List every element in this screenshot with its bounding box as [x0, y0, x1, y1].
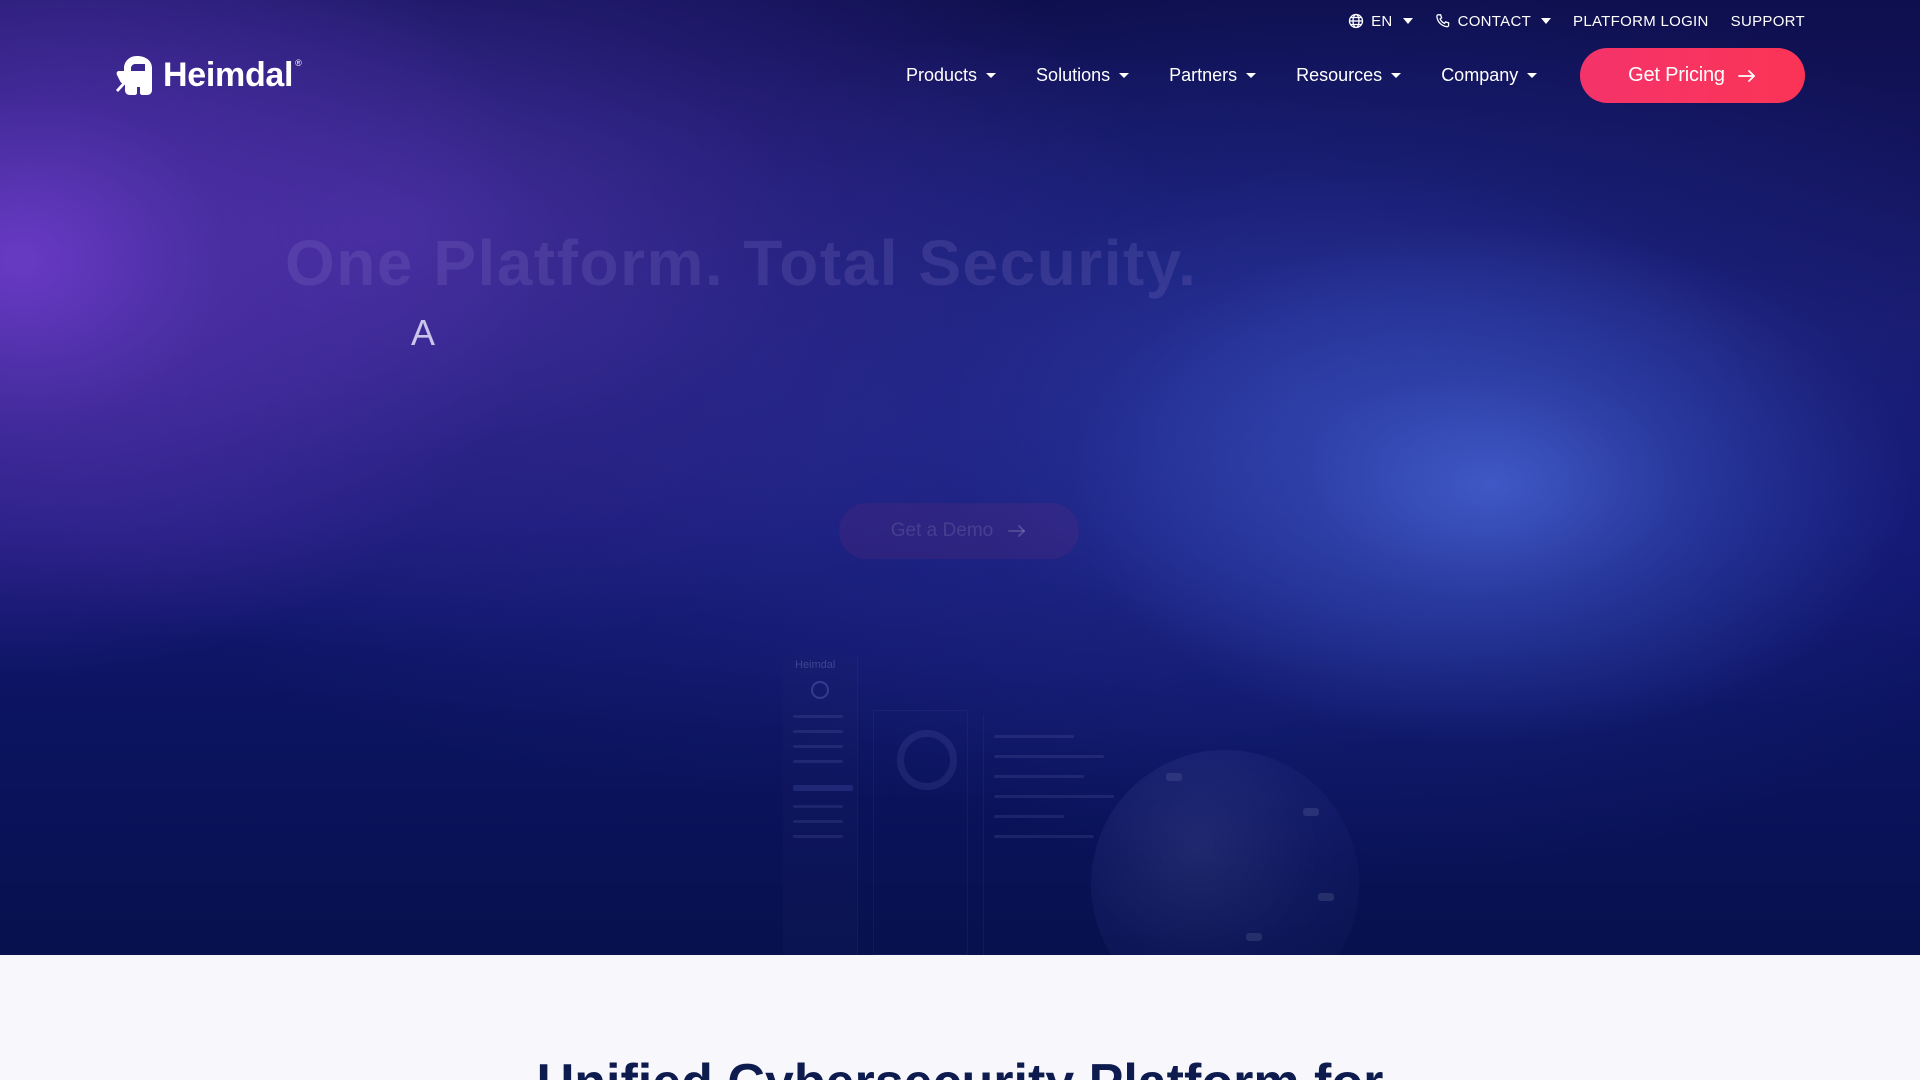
chevron-down-icon [1119, 72, 1130, 78]
chevron-down-icon [1541, 18, 1552, 24]
hero-typing-text: A [411, 312, 436, 353]
table-line [994, 795, 1114, 798]
avatar [811, 681, 829, 699]
nav-item-solutions[interactable]: Solutions [1036, 64, 1130, 86]
table-line [994, 835, 1094, 838]
chevron-down-icon [986, 72, 997, 78]
map-marker [1246, 933, 1262, 941]
map-marker [1318, 893, 1334, 901]
main-nav: Products Solutions Partners Resources Co… [906, 62, 1538, 88]
table-line [994, 815, 1064, 818]
language-label: EN [1371, 12, 1393, 30]
sidebar-line [793, 730, 843, 733]
support-link[interactable]: SUPPORT [1731, 13, 1805, 30]
dashboard-brand: Heimdal [795, 659, 836, 671]
table-line [994, 735, 1074, 738]
platform-login-link[interactable]: PLATFORM LOGIN [1573, 13, 1709, 30]
section-title: Unified Cybersecurity Platform for [0, 1053, 1920, 1080]
contact-menu[interactable]: CONTACT [1435, 12, 1552, 30]
sidebar-line [793, 820, 843, 823]
nav-item-label: Solutions [1036, 64, 1111, 85]
hero-section: EN CONTACT PLATFORM LOGIN SUPPORT Heimda… [0, 0, 1920, 955]
table-line [994, 755, 1104, 758]
nav-item-label: Company [1441, 64, 1519, 85]
map-marker [1166, 773, 1182, 781]
nav-item-partners[interactable]: Partners [1169, 64, 1257, 86]
chevron-down-icon [1391, 72, 1402, 78]
nav-item-products[interactable]: Products [906, 64, 997, 86]
sidebar-line [793, 760, 843, 763]
phone-icon [1435, 13, 1451, 29]
language-selector[interactable]: EN [1348, 12, 1413, 30]
donut-chart-icon [897, 730, 957, 790]
logo-text: Heimdal [163, 55, 294, 94]
arrow-right-icon [1737, 69, 1757, 83]
arrow-right-icon [1007, 524, 1027, 538]
utility-bar: EN CONTACT PLATFORM LOGIN SUPPORT [1348, 10, 1805, 32]
platform-login-label: PLATFORM LOGIN [1573, 12, 1709, 30]
sidebar-line [793, 715, 843, 718]
get-pricing-label: Get Pricing [1628, 64, 1725, 86]
nav-item-label: Resources [1296, 64, 1383, 85]
nav-item-company[interactable]: Company [1441, 64, 1538, 86]
globe-icon [1348, 13, 1364, 29]
contact-label: CONTACT [1457, 12, 1532, 30]
nav-item-label: Products [906, 64, 978, 85]
get-demo-button[interactable]: Get a Demo [839, 503, 1079, 559]
heimdal-logo[interactable]: Heimdal ® [115, 54, 302, 96]
get-pricing-button[interactable]: Get Pricing [1580, 48, 1805, 103]
hero-title: One Platform. Total Security. [285, 227, 1198, 299]
chevron-down-icon [1246, 72, 1257, 78]
sidebar-active-line [793, 785, 853, 791]
platform-section: Unified Cybersecurity Platform for [0, 955, 1920, 1080]
sidebar-line [793, 745, 843, 748]
dashboard-sidebar: Heimdal [783, 655, 858, 955]
chevron-down-icon [1402, 18, 1413, 24]
table-line [994, 775, 1084, 778]
heimdal-warrior-icon [115, 54, 155, 96]
chevron-down-icon [1527, 72, 1538, 78]
nav-item-resources[interactable]: Resources [1296, 64, 1402, 86]
dashboard-preview: Heimdal [783, 655, 1373, 955]
logo-registered-mark: ® [295, 58, 302, 68]
map-marker [1303, 808, 1319, 816]
sidebar-line [793, 835, 843, 838]
get-demo-label: Get a Demo [890, 520, 994, 541]
nav-item-label: Partners [1169, 64, 1238, 85]
sidebar-line [793, 805, 843, 808]
support-label: SUPPORT [1730, 12, 1805, 30]
